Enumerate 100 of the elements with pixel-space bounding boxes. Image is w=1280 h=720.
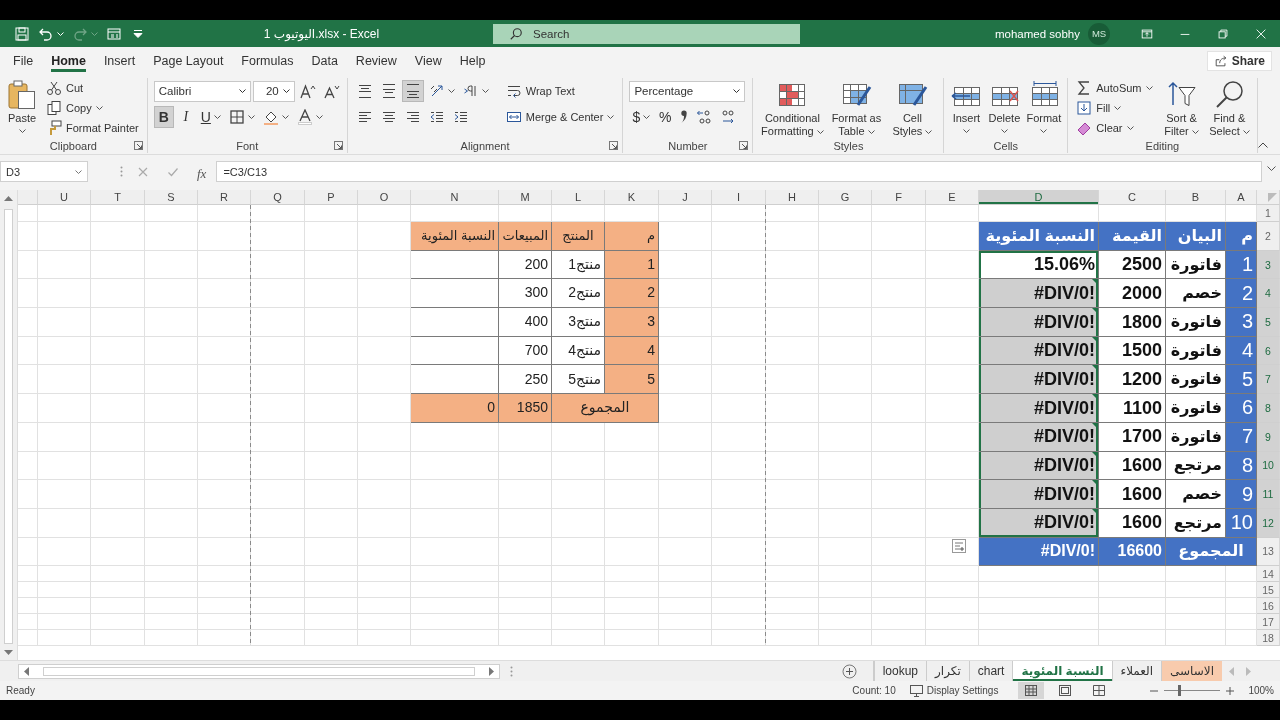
- menu-tab[interactable]: File: [4, 47, 43, 75]
- column-header[interactable]: F: [872, 190, 926, 205]
- avatar[interactable]: MS: [1088, 22, 1110, 45]
- bold-button[interactable]: B: [153, 106, 174, 128]
- user-name: mohamed sobhy: [994, 27, 1080, 40]
- table-cell: 200: [499, 250, 552, 280]
- table-cell: منتج2: [552, 279, 605, 309]
- percent-button[interactable]: %: [655, 106, 676, 128]
- font-size-field[interactable]: 20: [252, 80, 295, 102]
- column-header[interactable]: N: [411, 190, 499, 205]
- clear-button[interactable]: Clear: [1072, 118, 1138, 138]
- table-cell: 400: [499, 308, 552, 337]
- share-button[interactable]: Share: [1206, 51, 1272, 71]
- menu-tab[interactable]: Formulas: [232, 47, 303, 75]
- sort-filter-button[interactable]: Sort & Filter: [1158, 78, 1205, 138]
- row-header[interactable]: 15: [1257, 582, 1280, 599]
- row-header[interactable]: 16: [1257, 598, 1280, 615]
- conditional-formatting-button[interactable]: Conditional Formatting: [757, 78, 828, 138]
- header-cell: البيان: [1166, 222, 1226, 251]
- column-header[interactable]: K: [605, 190, 659, 205]
- column-header[interactable]: D: [979, 190, 1099, 205]
- row-header[interactable]: 3: [1257, 250, 1280, 280]
- row-header[interactable]: 10: [1257, 451, 1280, 481]
- column-header[interactable]: I: [712, 190, 766, 205]
- row-header[interactable]: 11: [1257, 480, 1280, 509]
- table-cell: المجموع: [552, 394, 659, 423]
- column-header[interactable]: C: [1099, 190, 1166, 205]
- column-header[interactable]: T: [91, 190, 145, 205]
- column-header[interactable]: J: [659, 190, 712, 205]
- row-header[interactable]: 4: [1257, 279, 1280, 309]
- display-settings-button[interactable]: Display Settings: [909, 684, 999, 697]
- column-header[interactable]: S: [145, 190, 198, 205]
- delete-cells-button[interactable]: Delete: [986, 78, 1023, 134]
- format-painter-button[interactable]: Format Painter: [42, 118, 143, 138]
- sheet-tab[interactable]: النسبة المئوية: [1012, 661, 1112, 681]
- column-header[interactable]: O: [358, 190, 411, 205]
- table-cell: 8: [1226, 451, 1257, 481]
- row-header[interactable]: 17: [1257, 614, 1280, 631]
- wrap-text-button[interactable]: Wrap Text: [501, 81, 579, 101]
- italic-button[interactable]: I: [175, 106, 196, 128]
- search-field[interactable]: Search: [493, 23, 800, 44]
- currency-button[interactable]: $: [629, 106, 654, 128]
- copy-button[interactable]: Copy: [42, 98, 107, 118]
- fill-button[interactable]: Fill: [1072, 98, 1126, 118]
- zoom-level: 100%: [1248, 685, 1274, 696]
- format-cells-button[interactable]: Format: [1024, 78, 1064, 134]
- menu-tab[interactable]: Insert: [94, 47, 145, 75]
- table-cell: 3: [605, 308, 659, 337]
- column-header[interactable]: Q: [251, 190, 305, 205]
- find-select-button[interactable]: Find & Select: [1206, 78, 1253, 138]
- header-cell: المبيعات: [499, 222, 552, 251]
- format-as-table-button[interactable]: Format as Table: [829, 78, 884, 138]
- menu-tab[interactable]: Data: [302, 47, 347, 75]
- table-cell: فاتورة: [1166, 422, 1226, 452]
- column-header[interactable]: L: [552, 190, 605, 205]
- row-header[interactable]: 5: [1257, 308, 1280, 337]
- menu-tab[interactable]: Review: [346, 47, 406, 75]
- number-format-field[interactable]: Percentage: [629, 80, 746, 102]
- insert-cells-button[interactable]: Insert: [948, 78, 985, 134]
- column-header[interactable]: H: [766, 190, 819, 205]
- underline-button[interactable]: U: [197, 106, 224, 128]
- table-cell: مرتجع: [1166, 508, 1226, 538]
- column-header[interactable]: U: [38, 190, 91, 205]
- table-cell: #DIV/0!: [979, 336, 1099, 366]
- row-header[interactable]: 7: [1257, 365, 1280, 395]
- cell-styles-button[interactable]: Cell Styles: [885, 78, 940, 138]
- row-header[interactable]: 2: [1257, 222, 1280, 251]
- row-header[interactable]: 13: [1257, 537, 1280, 567]
- table-cell: 5: [605, 365, 659, 395]
- column-header[interactable]: R: [198, 190, 251, 205]
- row-header[interactable]: 9: [1257, 422, 1280, 452]
- column-header[interactable]: E: [926, 190, 979, 205]
- sheet-tab[interactable]: الاساسى: [1161, 661, 1222, 681]
- column-header[interactable]: A: [1226, 190, 1257, 205]
- insert-function-button[interactable]: fx: [197, 166, 207, 182]
- formula-field[interactable]: =C3/C13: [216, 161, 1262, 182]
- name-box[interactable]: D3: [0, 161, 88, 182]
- row-header[interactable]: 12: [1257, 508, 1280, 538]
- row-header[interactable]: 6: [1257, 336, 1280, 366]
- merge-center-button[interactable]: Merge & Center: [501, 107, 619, 127]
- table-cell: 1: [1226, 250, 1257, 280]
- column-header[interactable]: P: [305, 190, 358, 205]
- column-header[interactable]: B: [1166, 190, 1226, 205]
- table-cell: 2500: [1099, 250, 1166, 280]
- font-name-field[interactable]: Calibri: [153, 80, 251, 102]
- row-header[interactable]: 14: [1257, 566, 1280, 583]
- row-header[interactable]: 1: [1257, 205, 1280, 222]
- column-header[interactable]: M: [499, 190, 552, 205]
- row-header[interactable]: 18: [1257, 630, 1280, 647]
- menu-tab[interactable]: View: [405, 47, 451, 75]
- autosum-button[interactable]: AutoSum: [1072, 78, 1157, 98]
- row-header[interactable]: 8: [1257, 394, 1280, 423]
- cut-button[interactable]: Cut: [42, 78, 88, 98]
- column-header[interactable]: G: [819, 190, 872, 205]
- menu-tab[interactable]: Help: [450, 47, 495, 75]
- table-cell: #DIV/0!: [979, 451, 1099, 481]
- paste-button[interactable]: Paste: [4, 78, 40, 134]
- table-cell: #DIV/0!: [979, 279, 1099, 309]
- table-cell: 3: [1226, 308, 1257, 337]
- menu-tab[interactable]: Page Layout: [144, 47, 233, 75]
